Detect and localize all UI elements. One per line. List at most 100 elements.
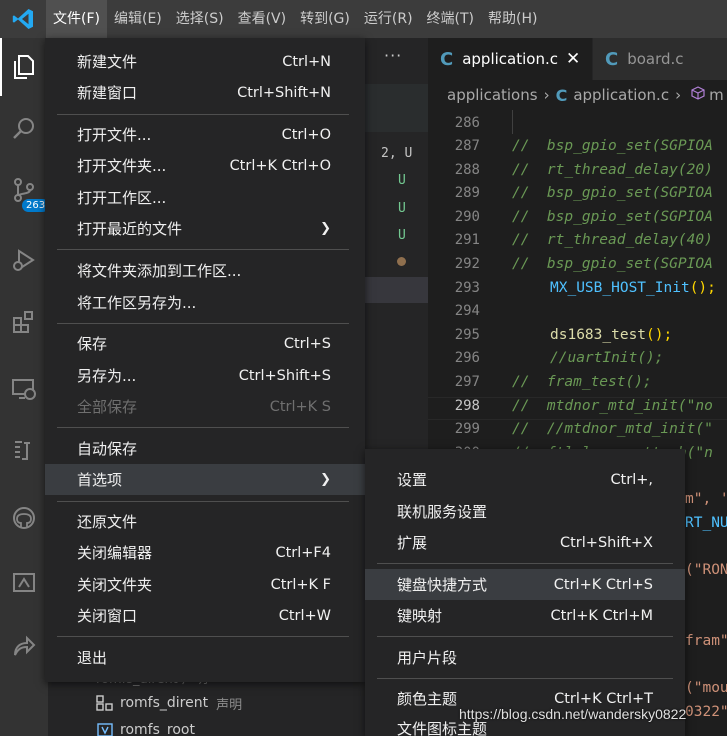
menu-item-new-file[interactable]: 新建文件 Ctrl+N xyxy=(45,46,365,77)
preferences-submenu: 设置 Ctrl+, 联机服务设置 扩展 Ctrl+Shift+X 键盘快捷方式 Ctr… xyxy=(365,449,685,736)
run-debug-icon[interactable] xyxy=(0,236,48,284)
menu-separator xyxy=(377,678,673,679)
submenu-item-keyboard-shortcuts[interactable]: 键盘快捷方式 Ctrl+K Ctrl+S xyxy=(365,569,685,600)
scm-status-mark: U xyxy=(398,228,406,243)
line-number: 293 xyxy=(454,280,480,296)
line-number: 287 xyxy=(454,138,480,154)
remote-explorer-icon[interactable] xyxy=(0,365,48,413)
menu-item-open-file[interactable]: 打开文件... Ctrl+O xyxy=(45,119,365,150)
line-number: 297 xyxy=(454,374,480,390)
code-line: // rt_thread_delay(40) xyxy=(512,232,713,248)
c-file-icon: C xyxy=(555,85,568,105)
more-actions-icon[interactable]: ··· xyxy=(384,46,402,65)
live-share-icon[interactable] xyxy=(0,623,48,671)
menu-item-exit[interactable]: 退出 xyxy=(45,642,365,673)
line-number: 299 xyxy=(454,421,480,437)
code-fragment: RT_NU xyxy=(685,515,727,531)
code-line: //uartInit(); xyxy=(550,350,664,366)
code-fragment: 0322", xyxy=(685,704,727,720)
code-line: // bsp_gpio_set(SGPIOA xyxy=(512,256,713,272)
explorer-icon[interactable] xyxy=(0,43,48,91)
menu-item-close-editor[interactable]: 关闭编辑器 Ctrl+F4 xyxy=(45,537,365,568)
tab-board-c[interactable]: C board.c xyxy=(593,38,727,80)
line-number: 290 xyxy=(454,209,480,225)
tree-label: romfs_dirent xyxy=(120,695,209,711)
menu-item-preferences[interactable]: 首选项 ❯ xyxy=(45,464,365,495)
menu-item-save-workspace-as[interactable]: 将工作区另存为... xyxy=(45,287,365,318)
menu-item-open-workspace[interactable]: 打开工作区... xyxy=(45,182,365,213)
breadcrumb-symbol[interactable]: m xyxy=(709,86,724,104)
tab-application-c[interactable]: C application.c ✕ xyxy=(428,38,592,80)
menu-terminal[interactable]: 终端(T) xyxy=(420,0,481,38)
menu-view[interactable]: 查看(V) xyxy=(231,0,294,38)
code-line: // bsp_gpio_set(SGPIOA xyxy=(512,209,713,225)
chevron-right-icon: ❯ xyxy=(320,472,331,487)
menu-item-add-folder-to-workspace[interactable]: 将文件夹添加到工作区... xyxy=(45,255,365,286)
tree-label: romfs_root xyxy=(120,722,195,736)
submenu-item-keymaps[interactable]: 键映射 Ctrl+K Ctrl+M xyxy=(365,600,685,631)
menu-separator xyxy=(57,427,349,428)
close-icon[interactable]: ✕ xyxy=(566,49,580,69)
code-fragment: fram" xyxy=(685,633,727,649)
line-number: 286 xyxy=(454,115,480,131)
tab-label: board.c xyxy=(627,50,684,68)
preview-icon[interactable] xyxy=(0,559,48,607)
menu-item-save[interactable]: 保存 Ctrl+S xyxy=(45,328,365,359)
menu-go[interactable]: 转到(G) xyxy=(293,0,357,38)
line-number: 289 xyxy=(454,185,480,201)
submenu-item-online-services[interactable]: 联机服务设置 xyxy=(365,496,685,527)
code-fragment: ("RON xyxy=(685,562,727,578)
menu-item-save-as[interactable]: 另存为... Ctrl+Shift+S xyxy=(45,360,365,391)
menu-item-revert-file[interactable]: 还原文件 xyxy=(45,506,365,537)
menu-edit[interactable]: 编辑(E) xyxy=(107,0,169,38)
menu-item-close-folder[interactable]: 关闭文件夹 Ctrl+K F xyxy=(45,569,365,600)
modified-dot-icon xyxy=(397,257,406,266)
submenu-item-settings[interactable]: 设置 Ctrl+, xyxy=(365,464,685,495)
code-fragment: m", ' xyxy=(685,491,727,507)
menu-item-close-window[interactable]: 关闭窗口 Ctrl+W xyxy=(45,600,365,631)
menu-item-new-window[interactable]: 新建窗口 Ctrl+Shift+N xyxy=(45,77,365,108)
tab-label: application.c xyxy=(462,50,558,68)
menu-item-open-recent[interactable]: 打开最近的文件 ❯ xyxy=(45,213,365,244)
code-line: MX_USB_HOST_Init(); xyxy=(550,280,716,296)
menu-bar: 文件(F) 编辑(E) 选择(S) 查看(V) 转到(G) 运行(R) 终端(T… xyxy=(0,0,727,38)
breadcrumb: applications › C application.c › m xyxy=(428,80,727,110)
chevron-right-icon: › xyxy=(675,86,682,104)
line-number: 294 xyxy=(454,303,480,319)
menu-item-save-all: 全部保存 Ctrl+K S xyxy=(77,398,331,416)
submenu-item-extensions[interactable]: 扩展 Ctrl+Shift+X xyxy=(365,527,685,558)
extensions-icon[interactable] xyxy=(0,298,48,346)
breadcrumb-folder[interactable]: applications xyxy=(447,86,538,104)
code-line: // rt_thread_delay(20) xyxy=(512,162,713,178)
testing-icon[interactable] xyxy=(0,427,48,475)
menu-item-auto-save[interactable]: 自动保存 xyxy=(45,433,365,464)
struct-icon xyxy=(96,695,114,711)
menu-run[interactable]: 运行(R) xyxy=(357,0,420,38)
scm-status-mark: 2, U xyxy=(381,146,413,161)
menu-separator xyxy=(377,636,673,637)
line-number: 298 xyxy=(454,398,480,414)
menu-separator xyxy=(57,636,349,637)
tree-row-romfs-root[interactable]: romfs_root xyxy=(96,717,195,736)
menu-file[interactable]: 文件(F) xyxy=(46,0,107,38)
submenu-item-user-snippets[interactable]: 用户片段 xyxy=(365,642,685,673)
breadcrumb-file[interactable]: application.c xyxy=(573,86,669,104)
code-line: // fram_test(); xyxy=(512,374,652,390)
menu-selection[interactable]: 选择(S) xyxy=(169,0,231,38)
code-line: // //mtdnor_mtd_init(" xyxy=(512,421,713,437)
search-icon[interactable] xyxy=(0,105,48,153)
tree-row-romfs-dirent[interactable]: romfs_dirent 声明 xyxy=(96,690,242,716)
menu-separator xyxy=(57,249,349,250)
cube-icon xyxy=(691,86,705,104)
code-line: // bsp_gpio_set(SGPIOA xyxy=(512,185,713,201)
github-icon[interactable] xyxy=(0,494,48,542)
code-line: ds1683_test(); xyxy=(550,327,673,343)
variable-icon xyxy=(96,722,114,736)
line-number: 295 xyxy=(454,327,480,343)
activity-bar: 263 xyxy=(0,38,50,736)
vscode-logo-icon xyxy=(0,0,46,38)
menu-item-open-folder[interactable]: 打开文件夹... Ctrl+K Ctrl+O xyxy=(45,150,365,181)
menu-separator xyxy=(57,114,349,115)
menu-help[interactable]: 帮助(H) xyxy=(481,0,544,38)
watermark-text: https://blog.csdn.net/wandersky0822 xyxy=(459,706,687,722)
